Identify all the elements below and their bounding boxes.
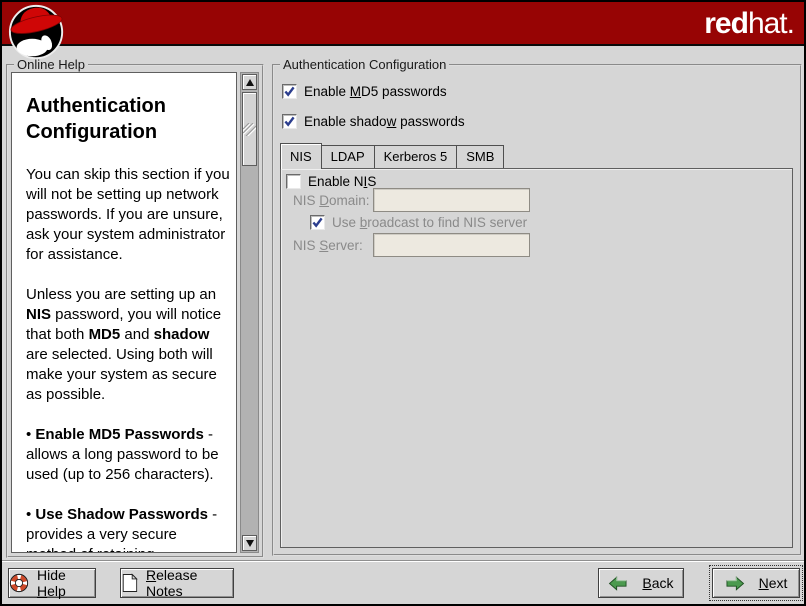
online-help-frame: Online Help Authentication Configuration… <box>6 64 264 558</box>
help-text-viewport: Authentication Configuration You can ski… <box>11 72 237 553</box>
installer-window: redhat. Online Help Authentication Confi… <box>2 2 804 604</box>
top-banner: redhat. <box>2 2 804 46</box>
footer-separator <box>2 560 804 562</box>
scroll-down-icon <box>246 540 254 547</box>
md5-checkbox-label: Enable MD5 passwords <box>304 84 447 99</box>
check-icon <box>284 86 295 97</box>
next-arrow-icon <box>725 575 745 592</box>
shadow-checkbox-label: Enable shadow passwords <box>304 114 465 129</box>
scrollbar-thumb[interactable] <box>242 92 257 166</box>
release-notes-label: Release Notes <box>146 567 233 599</box>
nis-domain-label: NIS Domain: <box>293 193 370 208</box>
nis-server-label: NIS Server: <box>293 238 363 253</box>
tab-kerberos5[interactable]: Kerberos 5 <box>374 145 458 168</box>
help-scrollbar[interactable] <box>240 72 259 553</box>
broadcast-row: Use broadcast to find NIS server <box>310 215 527 230</box>
wordmark-period: . <box>787 7 794 40</box>
hide-help-label: Hide Help <box>37 567 95 599</box>
check-icon <box>284 116 295 127</box>
life-preserver-icon <box>9 573 29 593</box>
md5-checkbox-row[interactable]: Enable MD5 passwords <box>282 84 447 99</box>
auth-tabs: NIS LDAP Kerberos 5 SMB <box>280 142 503 168</box>
nis-domain-input <box>373 188 530 212</box>
nis-server-input <box>373 233 530 257</box>
md5-checkbox[interactable] <box>282 84 297 99</box>
enable-nis-checkbox[interactable] <box>286 174 301 189</box>
auth-config-frame: Authentication Configuration Enable MD5 … <box>272 64 802 556</box>
shadowman-logo-icon <box>6 3 68 68</box>
help-title: Authentication Configuration <box>26 93 230 145</box>
enable-nis-row[interactable]: Enable NIS <box>286 174 376 189</box>
wordmark-red: red <box>704 7 748 40</box>
help-paragraph-1: You can skip this section if you will no… <box>26 165 230 265</box>
back-arrow-icon <box>608 575 628 592</box>
next-label: Next <box>759 575 788 591</box>
redhat-wordmark: redhat. <box>704 7 794 41</box>
check-icon <box>312 217 323 228</box>
help-bullet-2: • Use Shadow Passwords - provides a very… <box>26 505 230 553</box>
help-content: Authentication Configuration You can ski… <box>12 73 236 553</box>
scroll-up-button[interactable] <box>242 74 257 90</box>
enable-nis-label: Enable NIS <box>308 174 376 189</box>
next-button[interactable]: Next <box>712 568 800 598</box>
broadcast-label: Use broadcast to find NIS server <box>332 215 527 230</box>
scroll-down-button[interactable] <box>242 535 257 551</box>
tab-ldap[interactable]: LDAP <box>321 145 375 168</box>
shadow-checkbox-row[interactable]: Enable shadow passwords <box>282 114 465 129</box>
broadcast-checkbox <box>310 215 325 230</box>
document-icon <box>121 573 138 593</box>
release-notes-button[interactable]: Release Notes <box>120 568 234 598</box>
help-bullet-1: • Enable MD5 Passwords - allows a long p… <box>26 425 230 485</box>
back-button[interactable]: Back <box>598 568 684 598</box>
thumb-grip-icon <box>243 123 256 136</box>
tab-nis[interactable]: NIS <box>280 143 322 169</box>
auth-config-frame-label: Authentication Configuration <box>280 57 449 72</box>
nis-tab-panel: Enable NIS NIS Domain: Use broadcast to … <box>280 168 793 548</box>
shadow-checkbox[interactable] <box>282 114 297 129</box>
tab-smb[interactable]: SMB <box>456 145 504 168</box>
back-label: Back <box>642 575 673 591</box>
hide-help-button[interactable]: Hide Help <box>8 568 96 598</box>
scroll-up-icon <box>246 79 254 86</box>
help-paragraph-2: Unless you are setting up an NIS passwor… <box>26 285 230 405</box>
wordmark-hat: hat <box>748 7 787 40</box>
